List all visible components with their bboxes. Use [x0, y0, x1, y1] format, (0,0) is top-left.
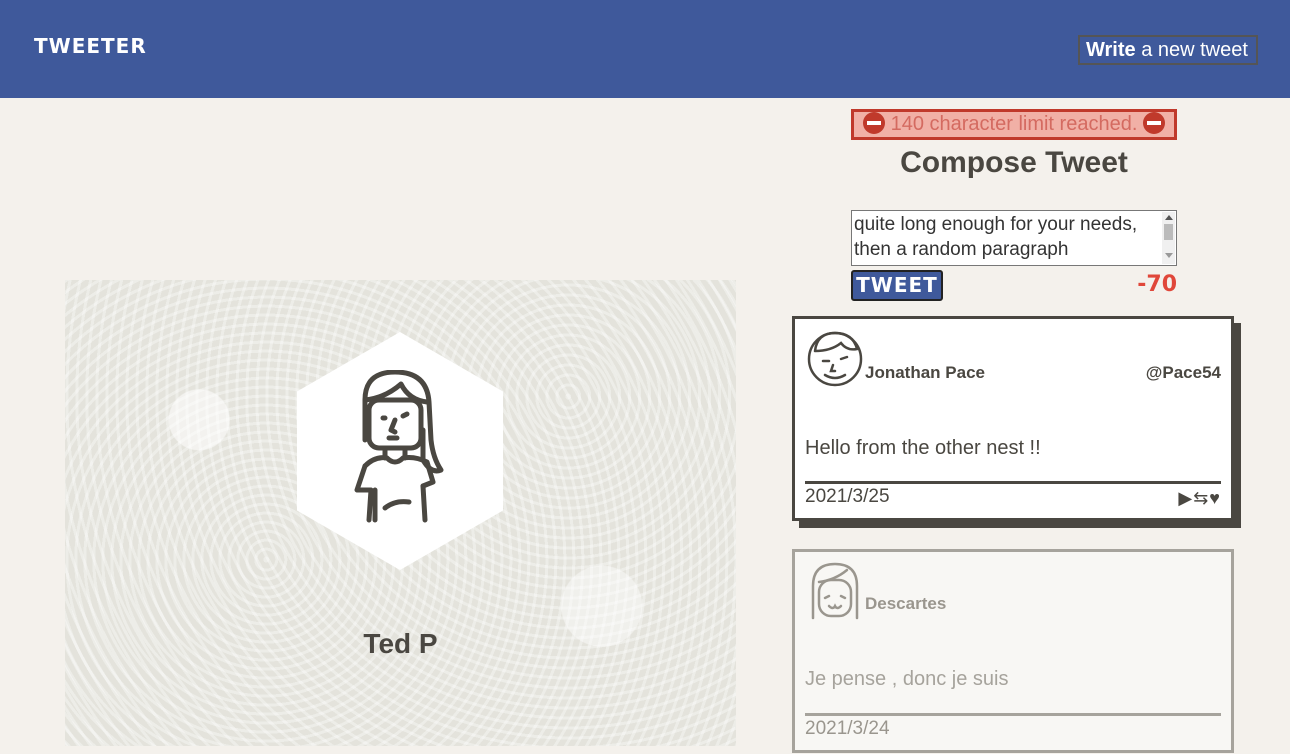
brand-logo[interactable]: TWEETER	[34, 34, 147, 58]
tweet-card: Descartes Je pense , donc je suis 2021/3…	[792, 549, 1234, 753]
tweet-divider	[805, 481, 1221, 484]
compose-title: Compose Tweet	[900, 146, 1128, 179]
write-label-rest: a new tweet	[1135, 39, 1248, 61]
tweet-date: 2021/3/25	[805, 486, 890, 507]
tweet-submit-button[interactable]: TWEET	[851, 270, 943, 301]
tweet-divider	[805, 713, 1221, 716]
no-entry-icon	[1142, 112, 1165, 134]
scroll-thumb[interactable]	[1164, 224, 1173, 240]
scroll-down-arrow-icon[interactable]	[1165, 253, 1173, 258]
tweet-author: Descartes	[865, 594, 947, 613]
tweet-author: Jonathan Pace	[865, 363, 985, 382]
tweet-content: Hello from the other nest !!	[805, 437, 1041, 459]
error-banner: 140 character limit reached.	[851, 109, 1177, 140]
profile-avatar-hexagon	[297, 332, 503, 570]
smiling-girl-avatar-icon	[811, 562, 859, 620]
tweet-input-scrollbar[interactable]	[1162, 212, 1175, 264]
character-counter: -70	[1137, 272, 1177, 297]
tweet-card: Jonathan Pace @Pace54 Hello from the oth…	[792, 316, 1234, 521]
smiling-man-avatar-icon	[807, 331, 863, 387]
tweet-input[interactable]: quite long enough for your needs, then a…	[851, 210, 1177, 266]
tweet-date: 2021/3/24	[805, 718, 890, 739]
error-text: 140 character limit reached.	[890, 113, 1138, 135]
woman-avatar-icon	[354, 370, 444, 523]
top-nav: TWEETER Write a new tweet	[0, 0, 1290, 98]
tweet-content: Je pense , donc je suis	[805, 668, 1009, 690]
profile-name: Ted P	[363, 628, 438, 659]
write-new-tweet-button[interactable]: Write a new tweet	[1078, 35, 1258, 65]
tweet-handle: @Pace54	[1145, 363, 1221, 382]
profile-panel: Ted P	[65, 280, 736, 746]
tweet-actions[interactable]: ▶⇆♥	[1178, 488, 1221, 509]
scroll-up-arrow-icon[interactable]	[1165, 215, 1173, 220]
write-label-bold: Write	[1086, 39, 1136, 61]
no-entry-icon	[863, 112, 886, 134]
